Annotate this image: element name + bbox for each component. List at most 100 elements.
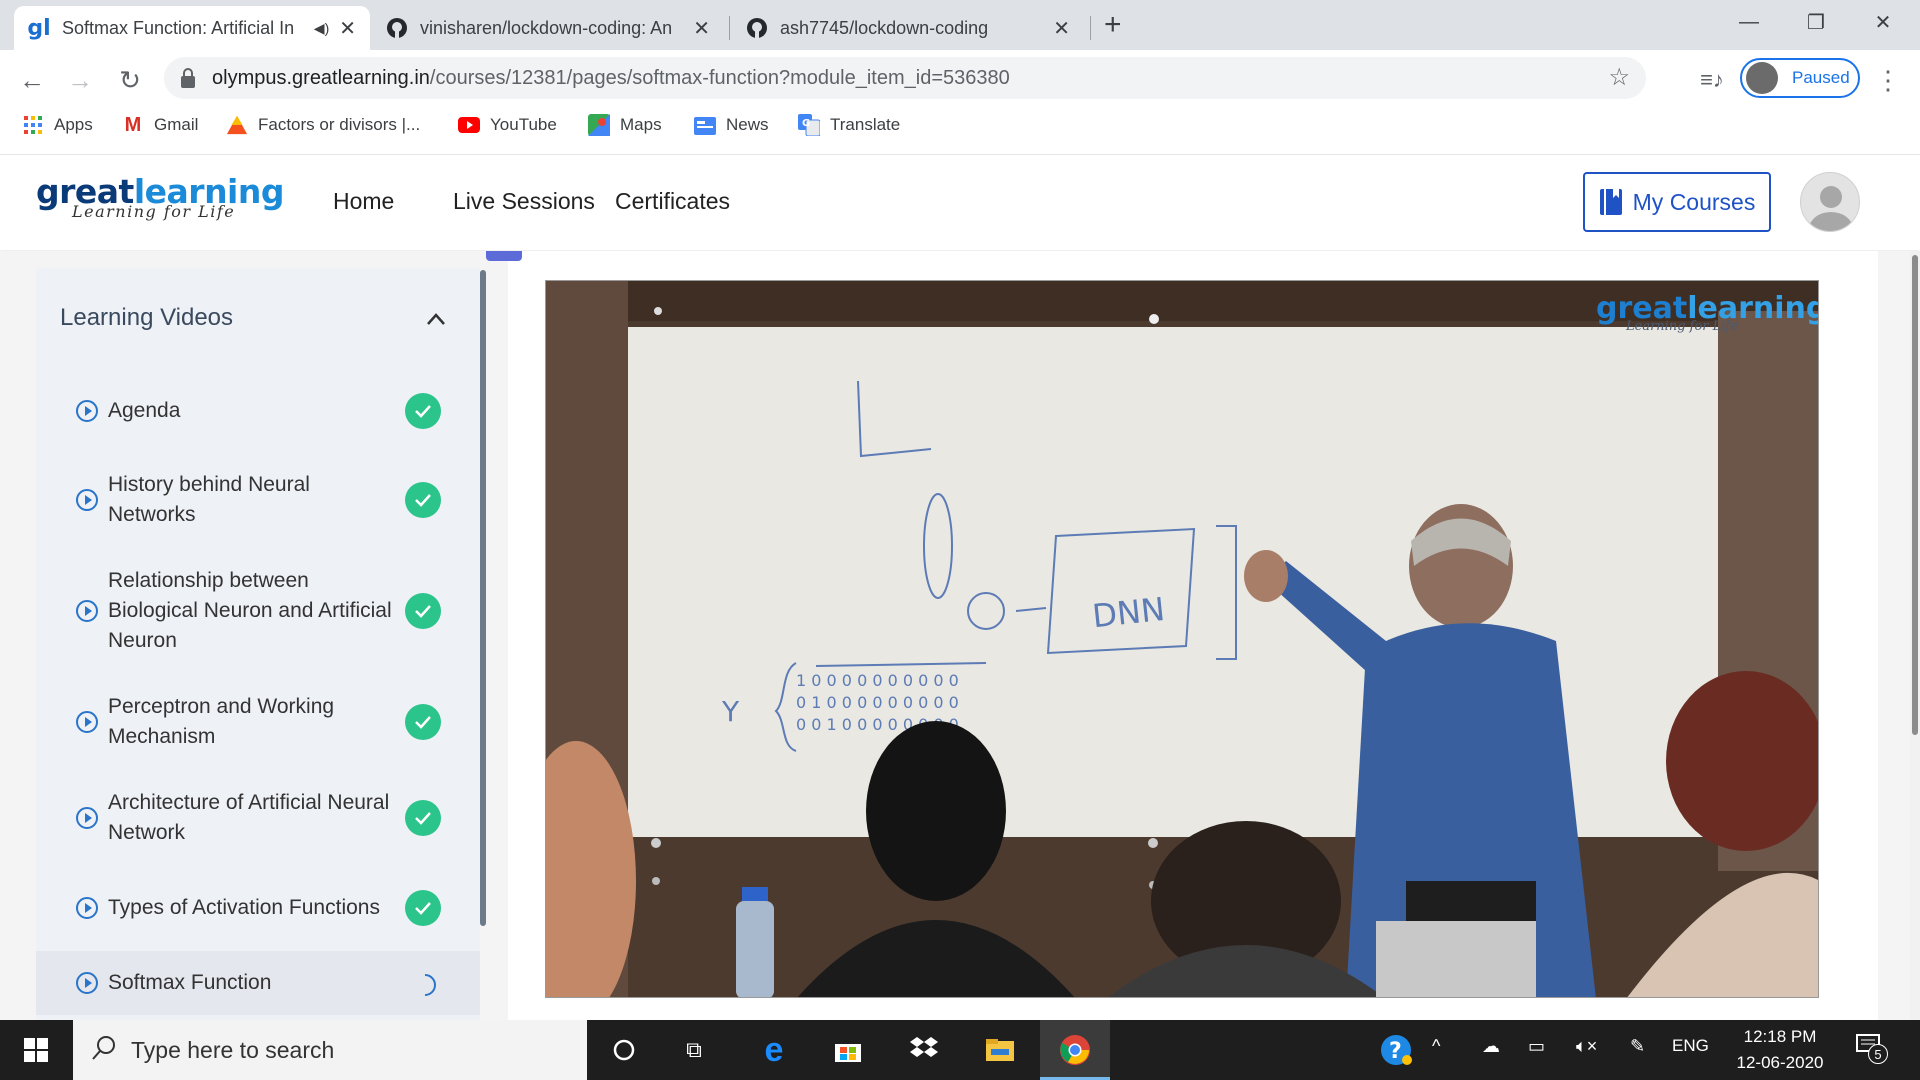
user-avatar[interactable] <box>1800 172 1860 232</box>
logo-tagline: Learning for Life <box>72 202 236 221</box>
svg-text:Y: Y <box>721 695 740 728</box>
drive-triangle-icon <box>226 114 248 136</box>
tab-close-icon[interactable]: ✕ <box>1053 16 1070 41</box>
clock-date: 12-06-2020 <box>1736 1053 1824 1072</box>
chevron-up-tray-icon[interactable]: ^ <box>1432 1036 1440 1057</box>
news-icon <box>694 114 716 136</box>
bookmark-label: Gmail <box>154 115 199 134</box>
svg-text:G: G <box>802 118 810 129</box>
onedrive-icon[interactable]: ☁ <box>1482 1036 1500 1057</box>
window-close-button[interactable]: ✕ <box>1852 0 1914 44</box>
bookmark-translate[interactable]: G Translate <box>798 112 900 138</box>
cortana-icon[interactable] <box>602 1028 646 1072</box>
video-item-label: History behind Neural Networks <box>108 473 310 526</box>
play-icon <box>76 897 98 919</box>
menu-kebab-icon[interactable]: ⋮ <box>1870 62 1906 98</box>
nav-live-sessions[interactable]: Live Sessions <box>453 188 595 215</box>
video-item-label: Types of Activation Functions <box>108 896 380 919</box>
github-icon <box>746 17 768 39</box>
address-bar[interactable]: olympus.greatlearning.in/courses/12381/p… <box>164 57 1646 99</box>
tab-softmax[interactable]: gl Softmax Function: Artificial In ◀) ✕ <box>14 6 370 50</box>
bookmark-apps[interactable]: Apps <box>22 112 93 138</box>
video-item-agenda[interactable]: Agenda <box>36 393 480 429</box>
dropbox-icon[interactable] <box>902 1028 946 1072</box>
chevron-up-icon[interactable] <box>426 306 446 332</box>
bookmark-news[interactable]: News <box>694 112 769 138</box>
clock[interactable]: 12:18 PM 12-06-2020 <box>1720 1024 1840 1076</box>
notification-icon[interactable]: 5 <box>1856 1034 1888 1064</box>
video-player[interactable]: DNN 1 0 0 0 0 0 0 0 0 0 0 0 1 0 0 0 0 0 … <box>545 280 1819 998</box>
my-courses-button[interactable]: My Courses <box>1583 172 1771 232</box>
bookmark-star-icon[interactable]: ☆ <box>1608 63 1630 92</box>
video-item-label: Softmax Function <box>108 971 272 994</box>
tab-divider <box>729 16 730 40</box>
task-view-icon[interactable]: ⧉ <box>672 1028 716 1072</box>
complete-check-icon <box>405 482 441 518</box>
pen-icon[interactable]: ✎ <box>1630 1036 1645 1057</box>
tab-divider <box>1090 16 1091 40</box>
search-icon <box>91 1035 117 1067</box>
bookmark-factors[interactable]: Factors or divisors |... <box>226 112 420 138</box>
bookmark-gmail[interactable]: M Gmail <box>122 112 199 138</box>
restore-button[interactable]: ❐ <box>1785 0 1847 44</box>
svg-text:?: ? <box>1389 1039 1402 1064</box>
whiteboard-dnn-label: DNN <box>1091 590 1167 635</box>
back-icon[interactable]: ← <box>14 62 50 98</box>
speaker-icon[interactable]: ◀) <box>314 20 329 37</box>
bookmark-youtube[interactable]: YouTube <box>458 112 557 138</box>
complete-check-icon <box>405 800 441 836</box>
complete-check-icon <box>405 890 441 926</box>
tab-ash7745[interactable]: ash7745/lockdown-coding ✕ <box>732 6 1084 50</box>
reload-icon[interactable]: ↻ <box>112 62 148 98</box>
apps-grid-icon <box>22 114 44 136</box>
tab-close-icon[interactable]: ✕ <box>693 16 710 41</box>
lock-icon <box>181 68 195 88</box>
search-placeholder: Type here to search <box>131 1036 335 1063</box>
maps-icon <box>588 114 610 136</box>
sidebar-scrollbar[interactable] <box>480 270 486 926</box>
tab-title: ash7745/lockdown-coding <box>780 17 989 38</box>
complete-check-icon <box>405 393 441 429</box>
video-watermark-tagline: Learning for Life <box>1626 319 1738 334</box>
store-icon[interactable] <box>826 1028 870 1072</box>
video-item-activation[interactable]: Types of Activation Functions <box>36 890 480 926</box>
sidebar-title: Learning Videos <box>60 304 234 331</box>
play-icon <box>76 600 98 622</box>
gmail-icon: M <box>124 113 142 136</box>
forward-icon[interactable]: → <box>62 62 98 98</box>
battery-icon[interactable]: ▭ <box>1528 1036 1545 1057</box>
file-explorer-icon[interactable] <box>978 1028 1022 1072</box>
minimize-button[interactable]: — <box>1718 0 1780 44</box>
tab-vinisharen[interactable]: vinisharen/lockdown-coding: An ✕ <box>372 6 724 50</box>
bookmark-label: Maps <box>620 115 662 134</box>
language-indicator[interactable]: ENG <box>1672 1036 1709 1056</box>
tab-close-icon[interactable]: ✕ <box>339 16 356 41</box>
page-scrollbar[interactable] <box>1910 251 1920 1020</box>
nav-certificates[interactable]: Certificates <box>615 188 730 215</box>
progress-spinner-icon <box>413 973 437 1002</box>
svg-text:0 1 0 0 0 0 0 0 0 0 0: 0 1 0 0 0 0 0 0 0 0 0 <box>796 693 959 712</box>
nav-home[interactable]: Home <box>333 188 394 215</box>
profile-paused-button[interactable]: Paused <box>1740 58 1860 98</box>
video-item-history[interactable]: History behind Neural Networks <box>36 470 480 530</box>
help-icon[interactable]: ? <box>1374 1028 1418 1072</box>
tab-strip: gl Softmax Function: Artificial In ◀) ✕ … <box>0 0 1920 50</box>
bookmark-maps[interactable]: Maps <box>588 112 662 138</box>
video-item-softmax-active[interactable]: Softmax Function <box>36 951 480 1015</box>
my-courses-label: My Courses <box>1632 188 1756 215</box>
edge-icon[interactable]: e <box>752 1028 796 1072</box>
new-tab-button[interactable]: + <box>1104 8 1122 42</box>
play-icon <box>76 807 98 829</box>
chrome-taskbar-button[interactable] <box>1040 1020 1110 1080</box>
video-item-architecture[interactable]: Architecture of Artificial Neural Networ… <box>36 788 480 848</box>
youtube-icon <box>458 114 480 136</box>
scrollbar-thumb[interactable] <box>1912 255 1918 735</box>
taskbar-search-box[interactable]: Type here to search <box>73 1020 587 1080</box>
media-control-icon[interactable]: ≡♪ <box>1694 62 1730 98</box>
windows-start-icon[interactable] <box>14 1028 58 1072</box>
volume-muted-icon[interactable]: 🔈︎× <box>1576 1036 1597 1057</box>
play-icon <box>76 711 98 733</box>
video-item-biological-neuron[interactable]: Relationship between Biological Neuron a… <box>36 566 480 656</box>
lecture-video-frame: DNN 1 0 0 0 0 0 0 0 0 0 0 0 1 0 0 0 0 0 … <box>546 281 1818 997</box>
video-item-perceptron[interactable]: Perceptron and Working Mechanism <box>36 692 480 752</box>
